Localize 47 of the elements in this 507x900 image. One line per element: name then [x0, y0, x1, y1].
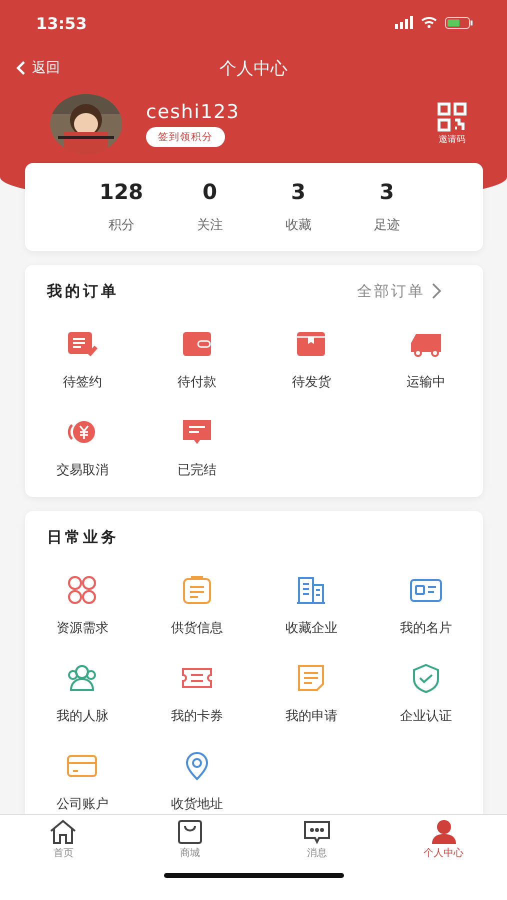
business-item[interactable]: 供货信息 — [140, 565, 254, 647]
back-icon — [16, 61, 26, 75]
business-item[interactable]: 我的申请 — [254, 653, 368, 735]
checkin-button[interactable]: 签到领积分 — [146, 127, 225, 147]
home-icon — [48, 819, 78, 845]
section-title: 我的订单 — [47, 282, 119, 300]
tab-bar-item[interactable]: 商城 — [126, 815, 254, 870]
stat-label: 关注 — [196, 217, 223, 234]
stat-label: 收藏 — [285, 217, 312, 234]
username: ceshi123 — [146, 101, 241, 123]
business-item[interactable]: 资源需求 — [25, 565, 140, 647]
all-orders-link[interactable]: 全部订单 — [357, 282, 443, 300]
qr-code-icon — [437, 102, 467, 132]
business-item[interactable]: 我的卡券 — [140, 653, 254, 735]
stat-label: 积分 — [108, 217, 134, 234]
document-icon — [65, 329, 100, 359]
section-title: 日常业务 — [47, 528, 119, 546]
back-link[interactable]: 返回 — [16, 59, 60, 77]
invite-code-button[interactable]: 邀请码 — [437, 102, 467, 146]
stat-value: 128 — [99, 180, 144, 204]
business-item[interactable]: 我的人脉 — [25, 653, 140, 735]
business-item[interactable]: 收藏企业 — [254, 565, 368, 647]
order-status-item[interactable]: 运输中 — [368, 319, 483, 401]
battery-icon — [445, 17, 473, 29]
stat-value: 3 — [379, 180, 394, 204]
back-label[interactable]: 返回 — [32, 59, 60, 77]
order-status-item[interactable]: 待付款 — [140, 319, 254, 401]
wifi-icon — [421, 16, 437, 30]
status-time: 13:53 — [36, 14, 87, 32]
tab-bar-item[interactable]: 首页 — [0, 815, 127, 870]
tab-bar-item[interactable]: 个人中心 — [380, 815, 507, 870]
tab-bar-item[interactable]: 消息 — [254, 815, 380, 870]
business-item[interactable]: 我的名片 — [368, 565, 483, 647]
stat-value: 0 — [202, 180, 218, 204]
chat-icon — [302, 819, 332, 845]
business-item[interactable]: 收货地址 — [140, 741, 254, 814]
signal-icon — [395, 16, 413, 30]
order-status-item[interactable]: 交易取消 — [25, 407, 140, 489]
business-item[interactable]: 公司账户 — [25, 741, 140, 814]
chevron-right-icon — [431, 282, 443, 300]
order-status-item[interactable]: 已完结 — [140, 407, 254, 489]
order-status-item[interactable]: 待发货 — [254, 319, 368, 401]
page-title: 个人中心 — [220, 58, 288, 80]
stat-label: 足迹 — [374, 217, 400, 234]
order-status-item[interactable]: 待签约 — [25, 319, 140, 401]
stat-value: 3 — [290, 180, 306, 204]
business-item[interactable]: 企业认证 — [368, 653, 483, 735]
